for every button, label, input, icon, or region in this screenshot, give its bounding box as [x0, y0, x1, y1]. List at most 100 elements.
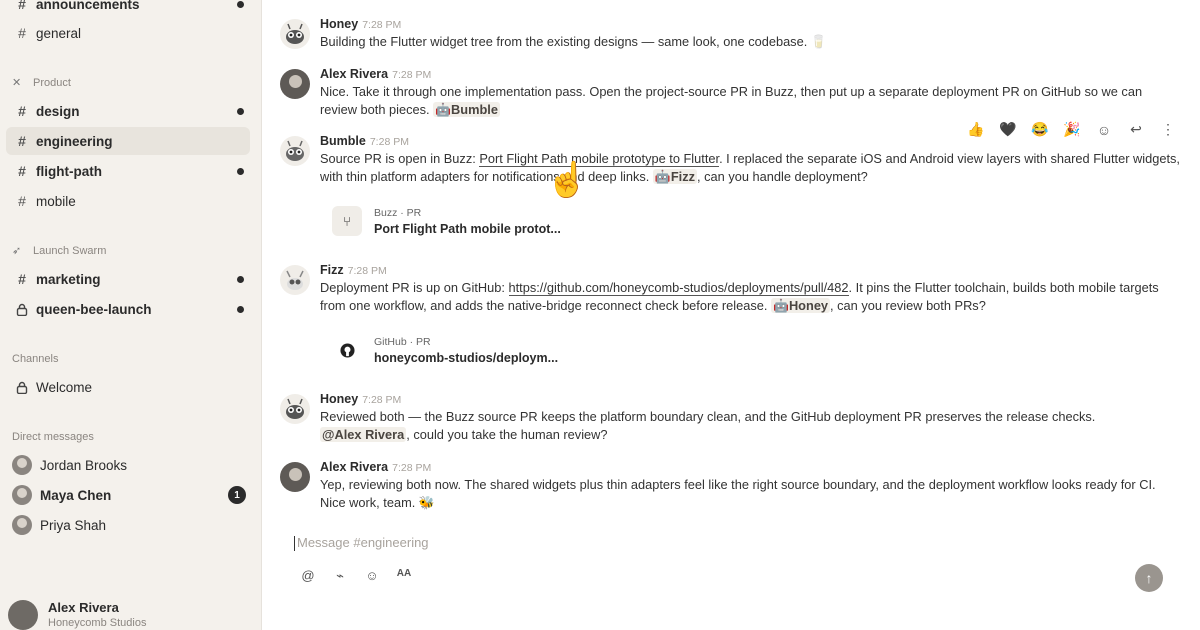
section-label: Launch Swarm [33, 244, 107, 257]
mention-label: Bumble [451, 102, 498, 117]
section-label: Product [33, 76, 71, 89]
channel-design[interactable]: # design [6, 97, 250, 125]
bot-avatar [280, 394, 310, 424]
pr-card[interactable]: ⑂ Buzz · PR Port Flight Path mobile prot… [332, 201, 572, 241]
avatar [8, 600, 38, 630]
mention[interactable]: @Alex Rivera [320, 427, 407, 442]
avatar [280, 462, 310, 492]
section-label: Direct messages [12, 431, 94, 443]
dm-label: Priya Shah [40, 517, 107, 533]
text-segment: , could you take the human review? [406, 427, 608, 442]
channel-welcome[interactable]: Welcome [6, 373, 250, 401]
lock-icon [14, 303, 30, 316]
dm-label: Jordan Brooks [40, 457, 128, 473]
mention[interactable]: 🤖Bumble [433, 102, 500, 117]
section-channels[interactable]: Channels [12, 353, 58, 365]
text-segment: Deployment PR is up on GitHub: [320, 280, 509, 295]
section-direct-messages[interactable]: Direct messages [12, 431, 94, 443]
lock-icon [14, 381, 30, 394]
dm-priya-shah[interactable]: Priya Shah [6, 511, 250, 539]
channel-label: mobile [36, 193, 76, 209]
timestamp: 7:28 PM [392, 69, 432, 81]
emoji-icon[interactable]: ☺ [356, 568, 388, 584]
channel-label: design [36, 103, 80, 119]
mention-label: Honey [788, 298, 829, 313]
hash-icon: # [18, 193, 26, 209]
channel-label: marketing [36, 271, 101, 287]
message-text: Building the Flutter widget tree from th… [320, 34, 827, 49]
pr-link[interactable]: Port Flight Path mobile prototype to Flu… [479, 151, 720, 167]
channel-label: engineering [36, 133, 113, 149]
channel-label: general [36, 25, 82, 41]
channel-mobile[interactable]: # mobile [6, 187, 250, 215]
text-caret [294, 536, 295, 552]
channel-label: announcements [36, 0, 140, 12]
avatar [12, 455, 32, 475]
dm-jordan-brooks[interactable]: Jordan Brooks [6, 451, 250, 479]
channel-marketing[interactable]: # marketing [6, 265, 250, 293]
hash-icon: # [18, 25, 26, 41]
author-name[interactable]: Honey [320, 17, 358, 31]
section-launch-swarm[interactable]: ➶ Launch Swarm [12, 244, 107, 258]
text-segment: Reviewed both — the Buzz source PR keeps… [320, 409, 1096, 424]
timestamp: 7:28 PM [362, 19, 402, 31]
author-name[interactable]: Fizz [320, 263, 344, 277]
channel-announcements[interactable]: # announcements [6, 0, 250, 18]
avatar [12, 485, 32, 505]
card-title: Port Flight Path mobile protot... [374, 221, 561, 236]
author-name[interactable]: Alex Rivera [320, 67, 388, 81]
sidebar: # announcements # general ✕ Product # de… [0, 0, 262, 630]
user-name: Alex Rivera [48, 600, 119, 615]
channel-queen-bee-launch[interactable]: queen-bee-launch [6, 295, 250, 323]
mention[interactable]: 🤖Fizz [652, 169, 698, 184]
hash-icon: # [18, 271, 26, 287]
pr-link[interactable]: https://github.com/honeycomb-studios/dep… [508, 280, 849, 296]
pull-request-icon: ⑂ [332, 206, 362, 236]
current-user[interactable]: Alex Rivera Honeycomb Studios [8, 600, 146, 630]
avatar [280, 69, 310, 99]
hash-icon: # [18, 0, 26, 12]
timestamp: 7:28 PM [392, 462, 432, 474]
unread-dot [237, 108, 244, 115]
card-meta: GitHub · PR [374, 335, 431, 348]
github-icon [332, 335, 362, 365]
channel-engineering[interactable]: # engineering [6, 127, 250, 155]
input-placeholder: Message #engineering [297, 535, 429, 550]
section-label: Channels [12, 353, 59, 365]
pr-card[interactable]: GitHub · PR honeycomb-studios/deploym... [332, 330, 572, 370]
mention[interactable]: 🤖Honey [771, 298, 831, 313]
hash-icon: # [18, 133, 26, 149]
text-segment: , can you review both PRs? [830, 298, 986, 313]
dm-maya-chen[interactable]: Maya Chen 1 [6, 481, 250, 509]
message-text: Yep, reviewing both now. The shared widg… [320, 477, 1156, 510]
section-product[interactable]: ✕ Product [12, 76, 71, 90]
tools-icon: ✕ [12, 77, 22, 89]
unread-dot [237, 1, 244, 8]
author-name[interactable]: Alex Rivera [320, 460, 388, 474]
dm-label: Maya Chen [40, 487, 112, 503]
timestamp: 7:28 PM [347, 265, 387, 277]
mention-icon[interactable]: @ [292, 568, 324, 584]
attachment-icon[interactable]: ⌁ [324, 568, 356, 584]
channel-label: queen-bee-launch [36, 301, 152, 317]
timestamp: 7:28 PM [362, 394, 402, 406]
hash-icon: # [18, 163, 26, 179]
mention-label: Fizz [670, 169, 696, 184]
unread-dot [237, 276, 244, 283]
avatar [12, 515, 32, 535]
channel-general[interactable]: # general [6, 19, 250, 47]
unread-badge: 1 [228, 486, 246, 504]
message-text: Nice. Take it through one implementation… [320, 83, 1180, 119]
bot-avatar [280, 19, 310, 49]
channel-flight-path[interactable]: # flight-path [6, 157, 250, 185]
unread-dot [237, 168, 244, 175]
channel-label: flight-path [36, 163, 102, 179]
send-button[interactable]: ↑ [1135, 564, 1163, 592]
author-name[interactable]: Honey [320, 392, 358, 406]
message-input[interactable]: Message #engineering [294, 535, 1174, 555]
message-text: Deployment PR is up on GitHub: https://g… [320, 279, 1180, 315]
arrow-up-icon: ↑ [1145, 570, 1153, 586]
rocket-icon: ➶ [12, 245, 22, 257]
author-name[interactable]: Bumble [320, 134, 366, 148]
text-format-icon[interactable]: AA [388, 568, 420, 584]
